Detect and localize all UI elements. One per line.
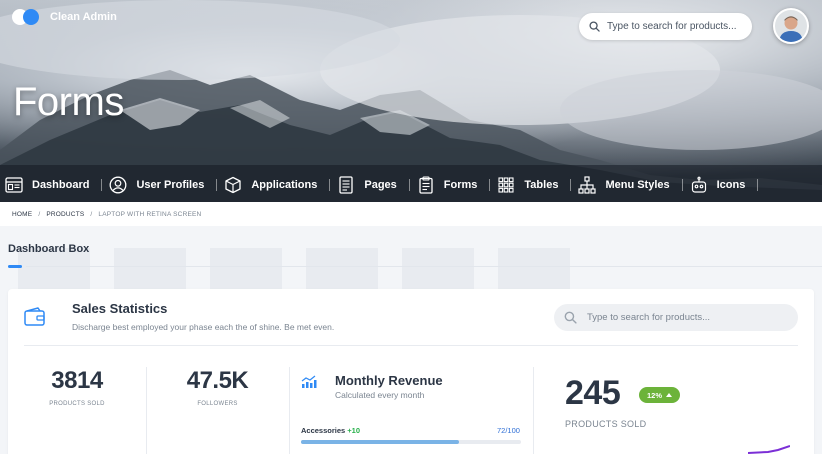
grid-icon	[496, 175, 516, 195]
section-title: Dashboard Box	[8, 243, 90, 255]
robot-icon	[689, 175, 709, 195]
highlight-label: PRODUCTS SOLD	[565, 419, 647, 429]
chart-trend-icon	[301, 375, 317, 388]
sales-statistics-card: Sales Statistics Discharge best employed…	[8, 289, 814, 454]
sparkline-chart	[748, 445, 790, 454]
nav-label: Dashboard	[32, 179, 90, 191]
nav-item-menu-styles[interactable]: Menu Styles	[571, 170, 683, 200]
nav-label: Menu Styles	[605, 179, 670, 191]
breadcrumb-separator: /	[38, 210, 41, 218]
card-subtitle: Discharge best employed your phase each …	[72, 322, 335, 332]
nav-label: Icons	[716, 179, 746, 191]
nav-label: Forms	[443, 179, 478, 191]
header-search-input[interactable]	[607, 21, 747, 32]
background-block	[306, 248, 378, 290]
clipboard-icon	[416, 175, 436, 195]
revenue-subtitle: Calculated every month	[335, 390, 425, 400]
user-avatar[interactable]	[773, 8, 809, 44]
wallet-icon	[24, 307, 45, 326]
nav-item-icons[interactable]: Icons	[683, 170, 759, 200]
breadcrumb-current: LAPTOP WITH RETINA SCREEN	[98, 210, 202, 218]
progress-name: Accessories	[301, 426, 346, 435]
background-block	[498, 248, 570, 290]
search-icon	[564, 311, 577, 324]
growth-badge: 12%	[639, 387, 681, 403]
caret-up-icon	[666, 393, 673, 397]
logo-icon	[12, 8, 42, 26]
stat-products-sold: 3814 PRODUCTS SOLD	[8, 367, 146, 407]
nav-label: Pages	[364, 179, 397, 191]
nav-item-pages[interactable]: Pages	[330, 170, 411, 200]
app-name: Clean Admin	[50, 11, 117, 23]
cube-icon	[223, 175, 243, 195]
stat-value: 3814	[51, 367, 103, 394]
nav-item-applications[interactable]: Applications	[217, 170, 331, 200]
avatar-image	[775, 10, 807, 42]
breadcrumb-separator: /	[90, 210, 93, 218]
nav-item-tables[interactable]: Tables	[490, 170, 572, 200]
breadcrumb-products[interactable]: PRODUCTS	[46, 211, 84, 218]
background-block	[210, 248, 282, 290]
section-title-underline	[8, 265, 22, 268]
header-search-box[interactable]	[579, 13, 752, 40]
user-circle-icon	[108, 175, 128, 195]
highlight-value: 245	[565, 374, 621, 412]
nav-label: Applications	[251, 179, 318, 191]
section-divider	[26, 266, 822, 267]
nav-label: User Profiles	[136, 179, 205, 191]
page-title: Forms	[13, 80, 124, 124]
background-block	[114, 248, 186, 290]
card-divider	[24, 345, 798, 346]
progress-bar	[301, 440, 521, 444]
progress-count: 72/100	[497, 426, 520, 435]
nav-item-forms[interactable]: Forms	[410, 170, 491, 200]
breadcrumb-home[interactable]: HOME	[12, 211, 32, 218]
breadcrumb: HOME / PRODUCTS / LAPTOP WITH RETINA SCR…	[0, 202, 822, 226]
app-logo[interactable]: Clean Admin	[12, 8, 117, 26]
stat-label: PRODUCTS SOLD	[49, 401, 105, 407]
nav-label: Tables	[524, 179, 559, 191]
progress-delta: +10	[347, 426, 361, 435]
stat-label: FOLLOWERS	[197, 401, 238, 407]
progress-bar-fill	[301, 440, 460, 444]
card-search-input[interactable]	[587, 312, 787, 323]
search-icon	[589, 21, 600, 32]
main-nav: Dashboard User Profiles Applications Pag…	[0, 170, 759, 200]
column-divider	[289, 367, 290, 454]
sitemap-icon	[577, 175, 597, 195]
stat-followers: 47.5K FOLLOWERS	[146, 367, 289, 407]
nav-item-user-profiles[interactable]: User Profiles	[102, 170, 218, 200]
stat-value: 47.5K	[186, 367, 249, 394]
column-divider	[533, 367, 534, 454]
revenue-title: Monthly Revenue	[335, 373, 443, 388]
dashboard-icon	[4, 175, 24, 195]
card-title: Sales Statistics	[72, 301, 168, 316]
background-block	[402, 248, 474, 290]
progress-label: Accessories +10	[301, 426, 360, 435]
growth-badge-value: 12%	[647, 390, 663, 400]
nav-item-dashboard[interactable]: Dashboard	[0, 170, 103, 200]
card-search-box[interactable]	[554, 304, 798, 331]
page-icon	[336, 175, 356, 195]
